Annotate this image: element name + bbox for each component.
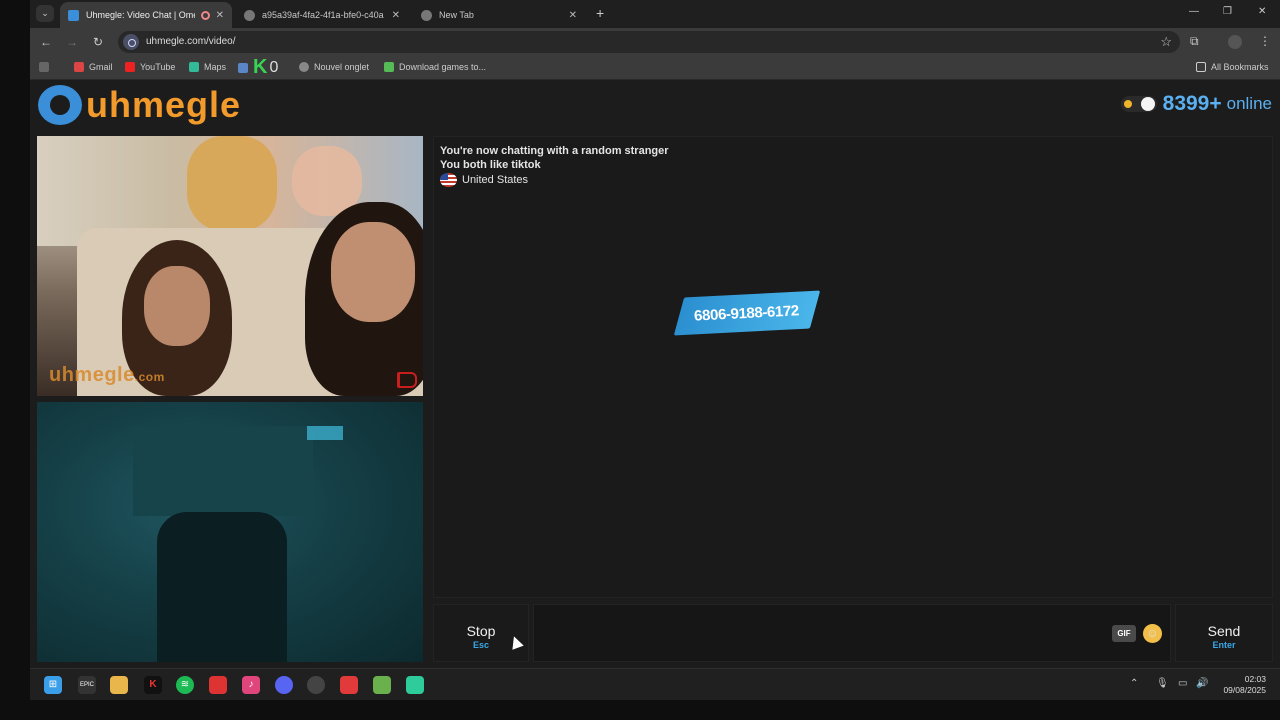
address-bar[interactable]: uhmegle.com/video/ ☆ xyxy=(118,31,1180,53)
minimize-button[interactable]: — xyxy=(1189,6,1199,17)
spotify-icon[interactable]: ≋ xyxy=(176,676,194,694)
all-bookmarks[interactable]: All Bookmarks xyxy=(1196,62,1269,72)
epic-games-icon[interactable]: EPIC xyxy=(78,676,96,694)
system-message: You're now chatting with a random strang… xyxy=(440,145,669,157)
close-tab-icon[interactable]: ✕ xyxy=(392,10,400,21)
self-video xyxy=(37,402,423,662)
gmail-icon xyxy=(74,62,84,72)
video-watermark: uhmegle.com xyxy=(49,364,165,386)
globe-icon xyxy=(299,62,309,72)
microphone-icon[interactable]: 🎙 xyxy=(1156,678,1169,689)
green-app-icon[interactable] xyxy=(373,676,391,694)
bookmark-youtube[interactable]: YouTube xyxy=(125,62,175,72)
stranger-person-right xyxy=(305,202,423,396)
screen: ⌄ Uhmegle: Video Chat | Omegle ✕ a95a39a… xyxy=(30,0,1280,700)
system-clock[interactable]: 02:03 09/08/2025 xyxy=(1223,674,1266,696)
discord-icon[interactable] xyxy=(275,676,293,694)
stop-button[interactable]: Stop Esc xyxy=(433,604,529,662)
toggle-knob xyxy=(1140,97,1155,111)
game-icon xyxy=(384,62,394,72)
bookmark-nouvel-onglet[interactable]: Nouvel onglet xyxy=(299,62,369,72)
close-window-button[interactable]: ✕ xyxy=(1258,6,1266,17)
bookmark-download-games[interactable]: Download games to... xyxy=(384,62,486,72)
online-label: online xyxy=(1226,94,1272,113)
chat-bubble-icon xyxy=(38,85,82,125)
gif-button[interactable]: GIF xyxy=(1112,625,1136,642)
tiktok-icon[interactable]: ♪ xyxy=(242,676,260,694)
uhmegle-page: uhmegle 8399+ online uhmegle.com You're … xyxy=(30,80,1280,668)
k-icon: K xyxy=(253,56,268,78)
chrome-taskbar-icon[interactable] xyxy=(307,676,325,694)
volume-icon[interactable]: 🔊 xyxy=(1196,678,1208,689)
url-text: uhmegle.com/video/ xyxy=(146,36,236,47)
bookmark-maps[interactable]: Maps xyxy=(189,62,226,72)
uhmegle-logo[interactable]: uhmegle xyxy=(38,84,241,126)
windows-start-icon[interactable]: ⊞ xyxy=(44,676,62,694)
file-explorer-icon[interactable] xyxy=(110,676,128,694)
uhmegle-favicon-icon xyxy=(68,9,79,21)
emoji-icon[interactable]: ☺ xyxy=(1143,624,1162,643)
us-flag-icon xyxy=(440,173,457,187)
menu-icon[interactable]: ⋮ xyxy=(1259,34,1271,48)
red-app-2-icon[interactable] xyxy=(340,676,358,694)
browser-toolbar: ← → ↻ uhmegle.com/video/ ☆ ⧉ ⋮ xyxy=(30,28,1280,56)
message-input[interactable]: GIF ☺ xyxy=(533,604,1171,662)
teal-app-icon[interactable] xyxy=(406,676,424,694)
new-tab-button[interactable]: + xyxy=(596,5,604,21)
tab-new-tab[interactable]: New Tab ✕ xyxy=(413,2,585,28)
bookmark-star-icon[interactable]: ☆ xyxy=(1160,34,1172,50)
stranger-country: United States xyxy=(440,173,528,187)
restore-button[interactable]: ❐ xyxy=(1223,6,1232,17)
docs-icon xyxy=(238,62,248,73)
stranger-video: uhmegle.com xyxy=(37,136,423,396)
windows-taskbar: ⊞ EPIC K ≋ ♪ ⌃ 🎙 ▭ 🔊 02:03 09/08/2025 xyxy=(30,668,1280,700)
theme-toggle[interactable] xyxy=(1120,96,1157,112)
apps-grid-icon[interactable] xyxy=(39,62,54,72)
forward-button[interactable]: → xyxy=(66,35,78,49)
red-app-icon[interactable] xyxy=(209,676,227,694)
online-count: 8399+ xyxy=(1162,92,1222,115)
profile-avatar[interactable] xyxy=(1228,35,1242,49)
tab-search-icon[interactable]: ⌄ xyxy=(36,5,54,22)
browser-tab-strip: ⌄ Uhmegle: Video Chat | Omegle ✕ a95a39a… xyxy=(30,0,1280,28)
bookmark-gmail[interactable]: Gmail xyxy=(74,62,113,72)
close-tab-icon[interactable]: ✕ xyxy=(216,10,224,21)
globe-icon xyxy=(244,9,255,21)
k-app-icon[interactable]: K xyxy=(144,676,162,694)
recording-icon xyxy=(200,10,210,20)
chrome-icon xyxy=(421,9,432,21)
youtube-icon xyxy=(125,62,135,72)
folder-icon xyxy=(1196,62,1206,72)
reload-button[interactable]: ↻ xyxy=(93,35,103,49)
site-info-icon[interactable] xyxy=(123,34,139,50)
network-icon[interactable]: ▭ xyxy=(1178,678,1187,689)
close-tab-icon[interactable]: ✕ xyxy=(569,10,577,21)
send-button[interactable]: Send Enter xyxy=(1175,604,1273,662)
online-counter: 8399+ online xyxy=(1120,92,1272,116)
back-button[interactable]: ← xyxy=(40,35,52,49)
maps-icon xyxy=(189,62,199,72)
tab-uhmegle[interactable]: Uhmegle: Video Chat | Omegle ✕ xyxy=(60,2,232,28)
tab-guid[interactable]: a95a39af-4fa2-4f1a-bfe0-c40a ✕ xyxy=(236,2,408,28)
chat-log: You're now chatting with a random strang… xyxy=(433,136,1273,598)
report-flag-icon[interactable] xyxy=(397,372,417,388)
code-sticker: 6806-9188-6172 xyxy=(673,290,821,336)
extensions-icon[interactable]: ⧉ xyxy=(1190,34,1199,49)
system-message: You both like tiktok xyxy=(440,159,541,171)
bookmarks-bar: Gmail YouTube Maps K 0 Nouvel onglet Dow… xyxy=(30,56,1280,80)
bookmark-k[interactable]: K 0 xyxy=(238,56,278,79)
sun-icon xyxy=(1123,100,1132,108)
tray-chevron-icon[interactable]: ⌃ xyxy=(1130,678,1138,689)
